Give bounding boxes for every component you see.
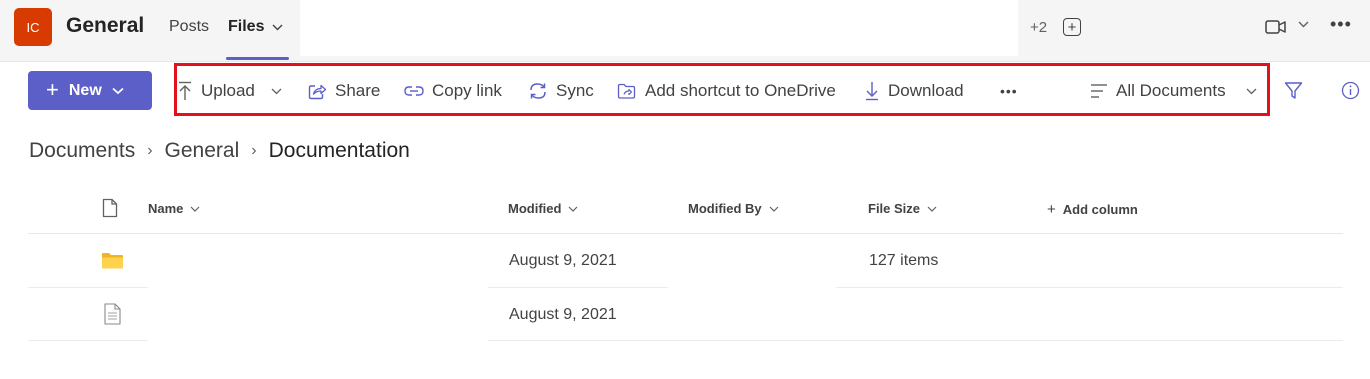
tab-posts-label: Posts [169,18,210,35]
active-tab-indicator [226,57,290,60]
link-icon [404,86,424,96]
breadcrumb: Documents › General › Documentation [29,139,410,163]
plus-icon: + [1067,18,1077,36]
document-icon[interactable] [104,303,121,325]
chevron-right-icon: › [147,142,153,159]
chevron-down-icon [190,206,200,212]
call-options-chevron-icon[interactable] [1298,21,1309,28]
view-selector-label: All Documents [1116,81,1226,100]
upload-icon [179,81,191,100]
row-modified-date: August 9, 2021 [509,252,617,269]
column-header-file-size[interactable]: File Size [868,201,937,216]
upload-label: Upload [201,81,255,100]
row-divider [488,287,668,288]
filter-icon[interactable] [1284,81,1303,100]
chevron-down-icon [271,88,282,94]
plus-icon: + [1047,201,1056,218]
chevron-down-icon [769,206,779,212]
row-file-size: 127 items [869,252,939,269]
add-shortcut-label: Add shortcut to OneDrive [645,81,836,100]
column-header-label: Name [148,201,184,216]
sync-icon [530,83,546,99]
add-column-label: Add column [1062,202,1138,217]
more-icon: ••• [1000,83,1018,99]
breadcrumb-documents[interactable]: Documents [29,139,135,163]
share-button[interactable]: Share [308,80,380,102]
new-button-label: New [68,81,102,99]
add-column-button[interactable]: + Add column [1047,201,1138,218]
tab-posts[interactable]: Posts [169,18,209,36]
row-modified-date: August 9, 2021 [509,306,617,323]
channel-header: IC General Posts Files +2 + ••• [0,0,1370,62]
tab-bar-empty-area [300,0,1018,56]
add-tab-button[interactable]: + [1063,18,1081,36]
copy-link-button[interactable]: Copy link [404,80,502,102]
row-divider [28,340,148,341]
column-header-modified[interactable]: Modified [508,201,578,216]
row-divider [488,340,1343,341]
column-header-modified-by[interactable]: Modified By [688,201,779,216]
folder-icon[interactable] [101,252,124,269]
share-label: Share [335,81,381,100]
chevron-down-icon [112,87,124,94]
sync-label: Sync [556,81,594,100]
chevron-down-icon [569,206,578,212]
column-header-name[interactable]: Name [148,201,200,216]
new-button[interactable]: + New [28,71,152,110]
channel-title: General [66,14,145,37]
team-avatar[interactable]: IC [14,8,52,46]
view-selector[interactable]: All Documents [1090,80,1257,102]
column-header-label: Modified By [688,201,762,216]
upload-button[interactable]: Upload [177,80,282,102]
file-type-icon[interactable] [102,198,118,218]
share-icon [308,84,327,100]
video-call-icon[interactable] [1265,19,1287,35]
view-list-icon [1091,84,1107,98]
more-options-icon[interactable]: ••• [1330,14,1352,35]
chevron-right-icon: › [251,142,257,159]
more-tabs-button[interactable]: +2 [1030,19,1047,36]
plus-icon: + [46,76,59,102]
row-divider [28,287,148,288]
row-divider [836,287,1343,288]
info-icon[interactable] [1341,81,1360,100]
breadcrumb-general[interactable]: General [165,139,240,163]
more-commands-button[interactable]: ••• [1000,80,1018,102]
chevron-down-icon [1246,88,1257,94]
sync-button[interactable]: Sync [528,80,594,102]
table-header-divider [28,233,1343,234]
breadcrumb-documentation: Documentation [268,139,410,162]
download-label: Download [888,81,964,100]
add-shortcut-icon [617,83,636,99]
chevron-down-icon [927,206,937,212]
column-header-label: Modified [508,201,562,216]
chevron-down-icon [272,24,283,30]
tab-files-label: Files [228,18,265,35]
add-shortcut-button[interactable]: Add shortcut to OneDrive [617,80,836,102]
copy-link-label: Copy link [432,81,502,100]
download-icon [866,82,878,101]
download-button[interactable]: Download [864,80,964,102]
tab-files[interactable]: Files [226,18,290,60]
column-header-label: File Size [868,201,921,216]
